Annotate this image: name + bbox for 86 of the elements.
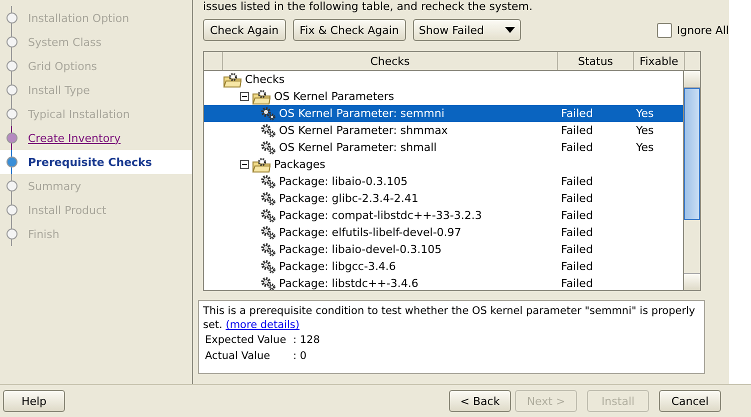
tree-row[interactable]: Packages xyxy=(204,156,683,173)
step-dot-icon xyxy=(6,132,18,144)
folder-icon xyxy=(223,72,242,88)
folder-icon xyxy=(252,88,271,104)
value-label: Actual Value xyxy=(205,350,272,362)
check-name: OS Kernel Parameter: shmall xyxy=(279,141,437,154)
tree-row[interactable]: OS Kernel Parameter: shmmax Failed Yes xyxy=(204,122,683,139)
description-text: This is a prerequisite condition to test whether the OS kernel parameter "semmni" is properly set. (more details) xyxy=(203,304,696,332)
dialog-button: Next > xyxy=(515,390,577,412)
tree-row[interactable]: OS Kernel Parameter: shmall Failed Yes xyxy=(204,139,683,156)
toolbar-button[interactable]: Fix & Check Again xyxy=(292,19,406,41)
gear-icon xyxy=(260,191,276,206)
step-dot-icon xyxy=(6,228,18,240)
status-text: Failed xyxy=(561,226,593,239)
scrollbar[interactable] xyxy=(683,71,700,290)
step-dot-icon xyxy=(6,60,18,72)
dialog-button[interactable]: Cancel xyxy=(659,390,721,412)
tree-row[interactable]: Checks xyxy=(204,71,683,88)
instruction-text: issues listed in the following table, and recheck the system. xyxy=(203,0,534,13)
sidebar-item[interactable]: Prerequisite Checks xyxy=(0,150,192,174)
status-text: Failed xyxy=(561,260,593,273)
dialog-button: Install xyxy=(587,390,649,412)
ignore-all-label: Ignore All xyxy=(676,24,729,36)
more-details-link[interactable]: (more details) xyxy=(226,319,300,331)
step-dot-icon xyxy=(6,108,18,120)
fixable-text: Yes xyxy=(636,124,654,137)
column-header[interactable]: Checks xyxy=(223,52,558,70)
folder-icon xyxy=(252,156,271,172)
check-name: Package: libstdc++-3.4.6 xyxy=(279,277,418,290)
check-name: Package: compat-libstdc++-33-3.2.3 xyxy=(279,209,482,222)
step-dot-icon xyxy=(6,180,18,192)
gear-icon xyxy=(260,106,276,121)
status-text: Failed xyxy=(561,277,593,290)
check-name: Packages xyxy=(274,158,326,171)
caret-icon xyxy=(504,27,515,33)
gear-icon xyxy=(260,123,276,138)
status-text: Failed xyxy=(561,243,593,256)
column-header[interactable]: Status xyxy=(558,52,634,70)
fixable-text: Yes xyxy=(636,141,654,154)
gear-icon xyxy=(260,208,276,223)
dialog-button[interactable]: < Back xyxy=(449,390,511,412)
tree-row[interactable]: Package: elfutils-libelf-devel-0.97 Failed xyxy=(204,224,683,241)
check-name: OS Kernel Parameters xyxy=(274,90,394,103)
tree-row[interactable]: Package: glibc-2.3.4-2.41 Failed xyxy=(204,190,683,207)
gear-icon xyxy=(260,276,276,290)
gear-icon xyxy=(260,225,276,240)
step-dot-icon xyxy=(6,36,18,48)
gear-icon xyxy=(260,242,276,257)
check-name: Checks xyxy=(245,73,285,86)
value-text: : 0 xyxy=(293,350,307,362)
status-text: Failed xyxy=(561,209,593,222)
column-header[interactable]: Fixable xyxy=(634,52,685,70)
tree-row[interactable]: Package: compat-libstdc++-33-3.2.3 Failed xyxy=(204,207,683,224)
ignore-all-checkbox[interactable] xyxy=(656,22,672,38)
tree-row[interactable]: OS Kernel Parameter: semmni Failed Yes xyxy=(204,105,683,122)
check-name: Package: elfutils-libelf-devel-0.97 xyxy=(279,226,462,239)
tree-row[interactable]: Package: libgcc-3.4.6 Failed xyxy=(204,258,683,275)
gear-icon xyxy=(260,259,276,274)
status-text: Failed xyxy=(561,192,593,205)
status-text: Failed xyxy=(561,175,593,188)
check-name: Package: libaio-devel-0.3.105 xyxy=(279,243,442,256)
tree-row[interactable]: Package: libstdc++-3.4.6 Failed xyxy=(204,275,683,290)
check-name: Package: libaio-0.3.105 xyxy=(279,175,408,188)
tree-row[interactable]: OS Kernel Parameters xyxy=(204,88,683,105)
step-dot-icon xyxy=(6,84,18,96)
tree-row[interactable]: Package: libaio-0.3.105 Failed xyxy=(204,173,683,190)
dialog-button[interactable]: Help xyxy=(3,390,65,412)
value-label: Expected Value xyxy=(205,334,288,346)
step-dot-icon xyxy=(6,156,18,168)
tree-row[interactable]: Package: libaio-devel-0.3.105 Failed xyxy=(204,241,683,258)
status-text: Failed xyxy=(561,107,593,120)
gear-icon xyxy=(260,140,276,155)
step-dot-icon xyxy=(6,12,18,24)
check-name: OS Kernel Parameter: semmni xyxy=(279,107,444,120)
gear-icon xyxy=(260,174,276,189)
toolbar-button[interactable]: Check Again xyxy=(203,19,286,41)
step-dot-icon xyxy=(6,204,18,216)
status-text: Failed xyxy=(561,141,593,154)
fixable-text: Yes xyxy=(636,107,654,120)
check-name: Package: glibc-2.3.4-2.41 xyxy=(279,192,418,205)
filter-dropdown[interactable]: Show Failed xyxy=(412,19,521,41)
check-name: OS Kernel Parameter: shmmax xyxy=(279,124,448,137)
check-name: Package: libgcc-3.4.6 xyxy=(279,260,396,273)
value-text: : 128 xyxy=(293,334,320,346)
sidebar-item[interactable]: Create Inventory xyxy=(0,126,192,150)
status-text: Failed xyxy=(561,124,593,137)
